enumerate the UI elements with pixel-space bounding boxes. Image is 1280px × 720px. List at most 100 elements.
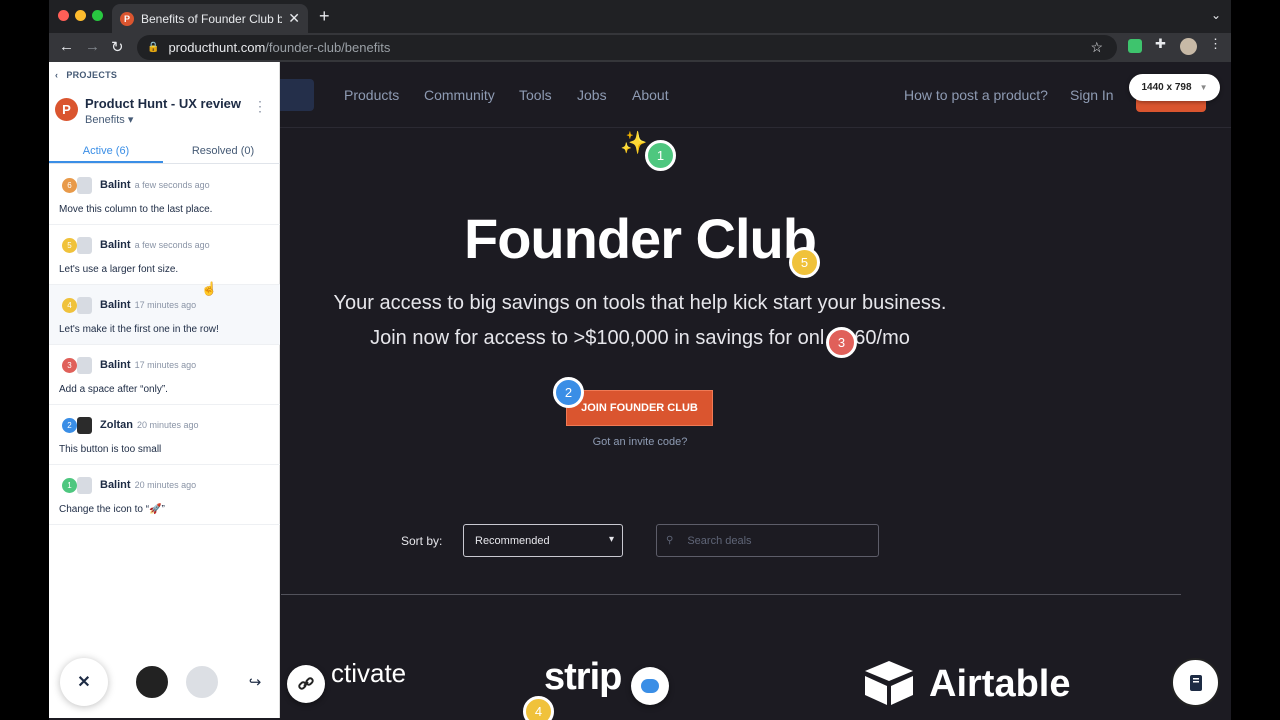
search-placeholder: Search deals: [687, 534, 752, 547]
link-icon[interactable]: [287, 665, 325, 703]
search-deals-input[interactable]: ⚲ Search deals: [656, 524, 879, 557]
back-to-projects[interactable]: ‹ PROJECTS: [55, 70, 125, 80]
comment-text: Change the icon to “🚀”: [59, 504, 165, 515]
comment-item[interactable]: 4 Balint 17 minutes ago Let's make it the…: [49, 285, 280, 345]
forward-arrow-icon[interactable]: →: [85, 38, 100, 55]
comment-text: Let's make it the first one in the row!: [59, 324, 219, 335]
viewport-size-selector[interactable]: 1440 x 798 ▼: [1129, 74, 1220, 101]
stripe-logo[interactable]: strip: [544, 656, 622, 699]
extension-icon[interactable]: [1128, 39, 1142, 53]
chevron-down-icon: ▾: [608, 534, 614, 545]
comment-time: 20 minutes ago: [137, 420, 199, 430]
url-host: producthunt.com: [168, 40, 266, 55]
comment-number-badge: 5: [62, 238, 77, 253]
comment-marker[interactable]: 3: [826, 327, 857, 358]
back-arrow-icon[interactable]: ←: [59, 38, 74, 55]
nav-jobs[interactable]: Jobs: [577, 87, 607, 103]
caret-down-icon: ▼: [1199, 83, 1208, 92]
avatar: [77, 357, 92, 374]
tab-close-icon[interactable]: ✕: [288, 10, 300, 27]
join-founder-club-button[interactable]: JOIN FOUNDER CLUB: [566, 390, 713, 426]
hand-cursor-icon: ☝: [201, 281, 218, 296]
minimize-window-button[interactable]: [75, 10, 86, 21]
viewport-size-label: 1440 x 798: [1141, 82, 1192, 93]
avatar: [77, 297, 92, 314]
site-search[interactable]: [280, 79, 314, 111]
comments-sidebar: ‹ PROJECTS P Product Hunt - UX review Ben…: [49, 62, 280, 718]
comment-item[interactable]: 2 Zoltan 20 minutes ago This button is to…: [49, 405, 280, 465]
nav-sign-in[interactable]: Sign In: [1070, 87, 1114, 103]
comment-author: Balint: [100, 299, 131, 311]
avatar[interactable]: [134, 664, 170, 700]
comment-item[interactable]: 1 Balint 20 minutes ago Change the icon t…: [49, 465, 280, 525]
nav-tools[interactable]: Tools: [519, 87, 552, 103]
comment-marker[interactable]: 5: [789, 247, 820, 278]
comment-author: Balint: [100, 239, 131, 251]
tab-search-chevron-icon[interactable]: ⌄: [1211, 8, 1221, 22]
avatar: [77, 237, 92, 254]
comment-text: This button is too small: [59, 444, 162, 455]
profile-avatar[interactable]: [1180, 38, 1197, 55]
comment-time: 17 minutes ago: [134, 360, 197, 370]
hero-price-text: Join now for access to >$100,000 in savi…: [370, 327, 825, 349]
project-menu-kebab-icon[interactable]: ⋮: [253, 98, 267, 115]
sparkles-icon: ✨: [620, 130, 648, 155]
book-icon[interactable]: [1171, 658, 1220, 707]
page-selector[interactable]: Benefits ▾: [85, 113, 133, 126]
nav-community[interactable]: Community: [424, 87, 495, 103]
comment-item[interactable]: 6 Balint a few seconds ago Move this colu…: [49, 165, 280, 225]
sort-select[interactable]: Recommended ▾: [463, 524, 623, 557]
avatar[interactable]: [184, 664, 220, 700]
browser-toolbar: ← → ↻ 🔒 producthunt.com/founder-club/ben…: [49, 33, 1231, 62]
comment-time: a few seconds ago: [134, 240, 210, 250]
window-controls: [58, 10, 103, 21]
comment-time: 17 minutes ago: [134, 300, 197, 310]
comment-author: Balint: [100, 179, 131, 191]
browser-tab[interactable]: P Benefits of Founder Club by Pr ✕: [112, 4, 308, 33]
comment-text: Add a space after “only”.: [59, 384, 168, 395]
comment-number-badge: 2: [62, 418, 77, 433]
nav-about[interactable]: About: [632, 87, 669, 103]
comment-text: Let's use a larger font size.: [59, 264, 179, 275]
comment-author: Zoltan: [100, 419, 133, 431]
avatar: [77, 177, 92, 194]
comment-item[interactable]: 5 Balint a few seconds ago Let's use a la…: [49, 225, 280, 285]
tab-bar: P Benefits of Founder Club by Pr ✕ + ⌄: [49, 0, 1231, 33]
chat-bubble-icon[interactable]: [631, 667, 669, 705]
tab-resolved[interactable]: Resolved (0): [166, 145, 280, 157]
project-title: Product Hunt - UX review: [85, 96, 242, 111]
page-name: Benefits: [85, 114, 125, 126]
lock-icon: 🔒: [147, 42, 160, 53]
comment-number-badge: 6: [62, 178, 77, 193]
close-window-button[interactable]: [58, 10, 69, 21]
bookmark-star-icon[interactable]: ☆: [1090, 39, 1103, 56]
menu-kebab-icon[interactable]: ⋮: [1209, 36, 1223, 51]
nav-products[interactable]: Products: [344, 87, 399, 103]
url-path: /founder-club/benefits: [265, 40, 391, 55]
maximize-window-button[interactable]: [92, 10, 103, 21]
tab-active[interactable]: Active (6): [49, 145, 163, 163]
avatar: [77, 477, 92, 494]
comment-number-badge: 1: [62, 478, 77, 493]
comment-item[interactable]: 3 Balint 17 minutes ago Add a space after…: [49, 345, 280, 405]
project-logo: P: [55, 98, 78, 121]
close-icon[interactable]: ✕: [60, 658, 108, 706]
avatar: [77, 417, 92, 434]
activate-logo[interactable]: ctivate: [331, 658, 406, 689]
new-tab-icon[interactable]: +: [319, 6, 330, 27]
airtable-logo[interactable]: Airtable: [929, 663, 1070, 706]
reload-icon[interactable]: ↻: [111, 38, 124, 56]
projects-label: PROJECTS: [66, 70, 118, 80]
hero-price-tail: 60/mo: [854, 327, 910, 349]
divider: [281, 594, 1181, 595]
comment-number-badge: 3: [62, 358, 77, 373]
airtable-logo-icon: [861, 659, 917, 707]
address-bar[interactable]: 🔒 producthunt.com/founder-club/benefits …: [137, 35, 1117, 60]
nav-how-to-post[interactable]: How to post a product?: [904, 87, 1048, 103]
share-icon[interactable]: ↪: [237, 664, 273, 700]
comment-marker[interactable]: 2: [553, 377, 584, 408]
comment-marker[interactable]: 1: [645, 140, 676, 171]
puzzle-icon[interactable]: ✚: [1155, 36, 1169, 51]
comment-time: a few seconds ago: [134, 180, 210, 190]
comment-marker[interactable]: 4: [523, 696, 554, 720]
